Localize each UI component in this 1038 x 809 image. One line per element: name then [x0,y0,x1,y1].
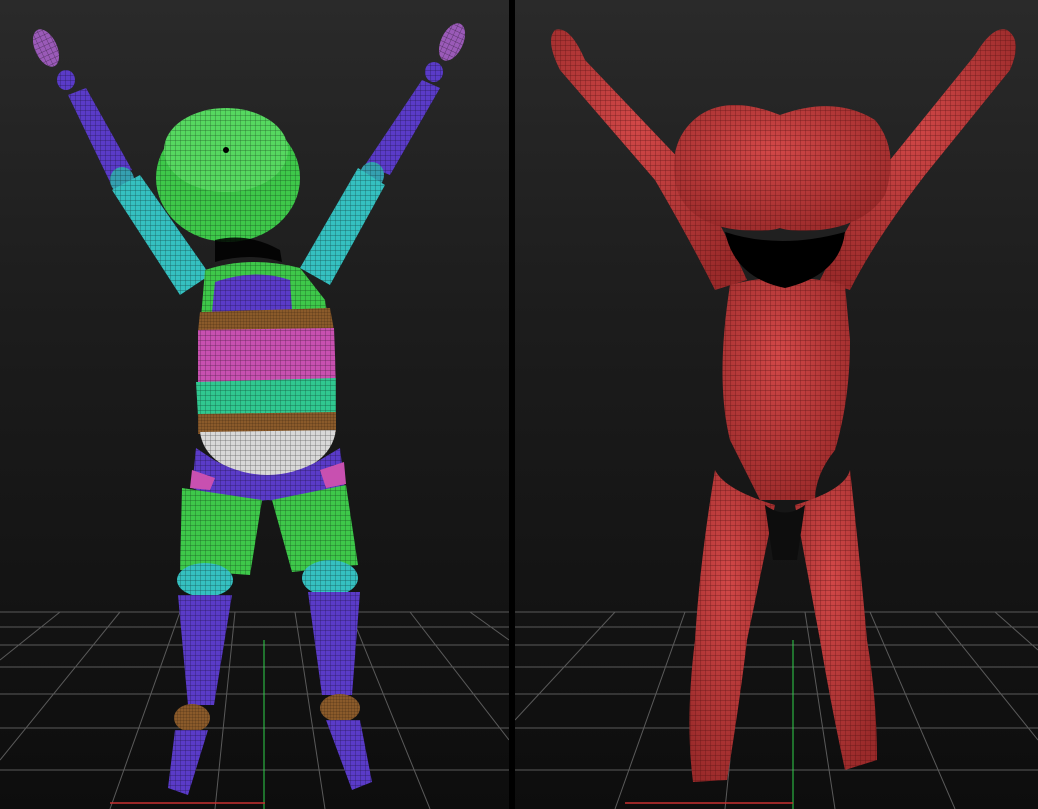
torso[interactable] [196,261,336,478]
viewport-left[interactable] [0,0,509,809]
viewport-right[interactable] [515,0,1038,809]
floor-grid-right [515,611,1038,809]
neck-shadow [215,237,282,262]
polygroup-mannequin[interactable] [28,19,471,795]
crotch-shadow [765,505,805,560]
left-viewport-scene[interactable] [0,0,509,809]
floor-grid [0,611,509,809]
right-leg[interactable] [272,485,372,790]
right-arm[interactable] [300,19,470,285]
left-leg[interactable] [168,488,262,795]
head-disk[interactable] [156,108,300,242]
red-sculpt-figure[interactable] [551,29,1016,782]
right-viewport-scene[interactable] [515,0,1038,809]
dual-viewport-canvas [0,0,1038,809]
